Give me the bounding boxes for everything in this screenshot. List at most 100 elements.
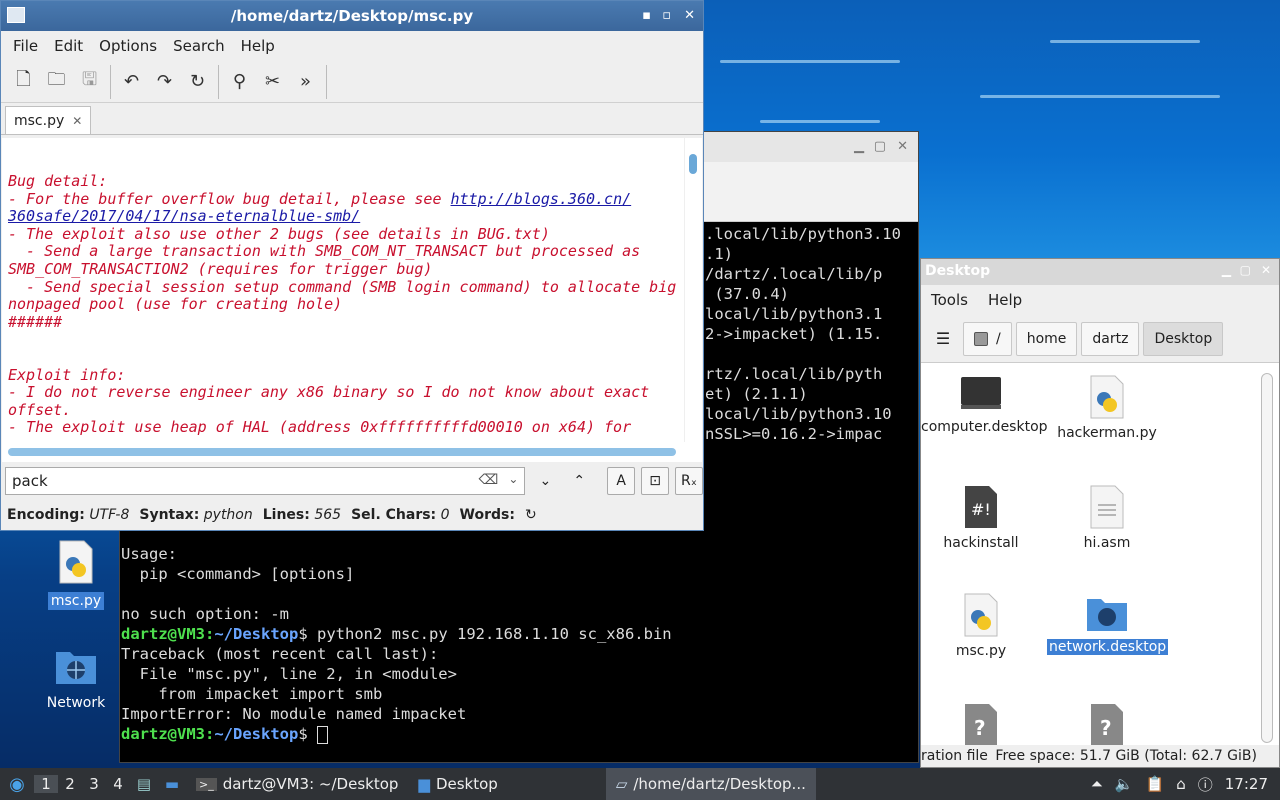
- file-manager-window[interactable]: Desktop ▁ ▢ ✕ Tools Help ☰ / home dartz …: [920, 258, 1280, 768]
- clock[interactable]: 17:27: [1225, 775, 1268, 793]
- volume-icon[interactable]: 🔈: [1115, 775, 1134, 793]
- redo-icon[interactable]: ↷: [148, 67, 181, 97]
- whole-word-icon[interactable]: ⊡: [641, 467, 670, 495]
- prompt-user: dartz@VM3: [121, 725, 205, 743]
- toolbar-separator: [326, 64, 327, 99]
- code-link[interactable]: 360safe/2017/04/17/nsa-eternalblue-smb/: [8, 207, 360, 225]
- workspace-1[interactable]: 1: [34, 775, 58, 793]
- desktop-icon-msc[interactable]: msc.py: [36, 540, 116, 610]
- crumb-root[interactable]: /: [963, 321, 1012, 356]
- regex-icon[interactable]: Rₓ: [675, 467, 703, 495]
- terminal-line: et) (2.1.1): [705, 385, 808, 403]
- maximize-icon[interactable]: ▢: [874, 139, 886, 154]
- find-replace-icon[interactable]: ✂: [256, 67, 289, 97]
- file-item-unknown[interactable]: ?: [921, 703, 1041, 747]
- desktop-icon-network[interactable]: Network: [36, 646, 116, 712]
- new-file-icon[interactable]: 🗋: [7, 67, 40, 97]
- scroll-thumb[interactable]: [689, 154, 697, 174]
- tab-msc[interactable]: msc.py ✕: [5, 106, 92, 134]
- menu-help[interactable]: Help: [988, 291, 1022, 309]
- network-icon[interactable]: ⌂: [1176, 775, 1186, 793]
- system-tray: ⏶ 🔈 📋 ⌂ ⓘ 17:27: [1091, 768, 1280, 800]
- menu-help[interactable]: Help: [233, 37, 283, 55]
- network-folder-icon: [56, 652, 96, 684]
- menu-search[interactable]: Search: [165, 37, 233, 55]
- refresh-icon[interactable]: ↻: [525, 507, 537, 523]
- unknown-file-icon: ?: [1091, 704, 1123, 746]
- vertical-scrollbar[interactable]: [1261, 373, 1273, 743]
- minimize-icon[interactable]: ▁: [854, 139, 864, 154]
- maximize-icon[interactable]: ▫: [662, 1, 671, 31]
- update-icon[interactable]: ⓘ: [1198, 774, 1213, 795]
- tray-up-icon[interactable]: ⏶: [1091, 775, 1103, 793]
- workspace-3[interactable]: 3: [82, 775, 106, 793]
- terminal-line: .1): [705, 245, 733, 263]
- maximize-icon[interactable]: ▢: [1240, 263, 1251, 277]
- undo-icon[interactable]: ↶: [115, 67, 148, 97]
- close-tab-icon[interactable]: ✕: [72, 114, 82, 128]
- editor-titlebar[interactable]: /home/dartz/Desktop/msc.py ▪ ▫ ✕: [1, 1, 703, 31]
- close-icon[interactable]: ✕: [1261, 263, 1271, 277]
- terminal-line: ImportError: No module named impacket: [121, 705, 467, 723]
- file-item-hackerman[interactable]: hackerman.py: [1047, 375, 1167, 442]
- find-previous-icon[interactable]: ⌃: [565, 467, 593, 495]
- close-icon[interactable]: ✕: [897, 139, 908, 154]
- file-item-unknown[interactable]: ?: [1047, 703, 1167, 747]
- file-manager-launcher-icon[interactable]: ▤: [130, 775, 158, 793]
- status-syntax: Syntax: python: [139, 507, 252, 523]
- file-item-hiasm[interactable]: hi.asm: [1047, 485, 1167, 552]
- tab-label: msc.py: [14, 112, 65, 129]
- open-folder-icon[interactable]: 🗀: [40, 67, 73, 97]
- task-terminal[interactable]: >_ dartz@VM3: ~/Desktop: [186, 768, 408, 800]
- folder-icon: ▆: [418, 775, 430, 793]
- clipboard-icon[interactable]: 📋: [1146, 775, 1165, 793]
- chevron-down-icon[interactable]: ⌄: [508, 472, 518, 486]
- crumb-home[interactable]: home: [1015, 321, 1078, 356]
- file-item-msc[interactable]: msc.py: [921, 593, 1041, 660]
- more-icon[interactable]: »: [289, 67, 322, 97]
- search-input[interactable]: pack ⌫ ⌄: [5, 467, 526, 495]
- menu-edit[interactable]: Edit: [46, 37, 91, 55]
- task-editor[interactable]: ▱ /home/dartz/Desktop...: [605, 768, 816, 800]
- start-menu-icon[interactable]: ◉: [0, 774, 34, 795]
- close-icon[interactable]: ✕: [684, 1, 695, 31]
- file-item-hackinstall[interactable]: #! hackinstall: [921, 485, 1041, 552]
- minimize-icon[interactable]: ▁: [1222, 263, 1231, 277]
- desktop-launcher-icon[interactable]: ▬: [158, 775, 186, 793]
- file-item-computer[interactable]: computer.desktop: [921, 375, 1048, 436]
- save-icon[interactable]: 🖫: [73, 67, 106, 97]
- editor-window[interactable]: /home/dartz/Desktop/msc.py ▪ ▫ ✕ File Ed…: [0, 0, 704, 531]
- reload-icon[interactable]: ↻: [181, 67, 214, 97]
- menu-options[interactable]: Options: [91, 37, 165, 55]
- file-label: msc.py: [955, 643, 1007, 659]
- code-line: - The exploit use heap of HAL (address 0…: [8, 418, 632, 437]
- menu-tools[interactable]: Tools: [931, 291, 968, 309]
- code-link[interactable]: http://blogs.360.cn/: [451, 190, 632, 208]
- vertical-scrollbar[interactable]: [685, 138, 702, 442]
- find-icon[interactable]: ⚲: [223, 67, 256, 97]
- crumb-desktop[interactable]: Desktop: [1143, 321, 1224, 356]
- editor-text-area[interactable]: Bug detail: - For the buffer overflow bu…: [2, 138, 684, 442]
- find-next-icon[interactable]: ⌄: [531, 467, 559, 495]
- menu-file[interactable]: File: [5, 37, 46, 55]
- workspace-4[interactable]: 4: [106, 775, 130, 793]
- terminal-prompt-line[interactable]: dartz@VM3:~/Desktop$: [121, 724, 672, 744]
- terminal-line: nSSL>=0.16.2->impac: [705, 425, 883, 443]
- terminal-line: File "msc.py", line 2, in <module>: [121, 665, 457, 683]
- task-desktop[interactable]: ▆ Desktop: [408, 768, 507, 800]
- horizontal-scrollbar[interactable]: [2, 442, 702, 462]
- file-manager-titlebar[interactable]: Desktop ▁ ▢ ✕: [921, 259, 1279, 285]
- wallpaper-streak: [720, 60, 900, 63]
- match-case-icon[interactable]: A: [607, 467, 636, 495]
- terminal-line: local/lib/python3.1: [705, 305, 883, 323]
- file-item-network[interactable]: network.desktop: [1047, 593, 1169, 656]
- status-value: 0: [440, 507, 450, 523]
- clear-icon[interactable]: ⌫: [479, 472, 499, 488]
- python-file-icon: [59, 540, 93, 584]
- crumb-dartz[interactable]: dartz: [1081, 321, 1140, 356]
- list-view-icon[interactable]: ☰: [927, 329, 959, 348]
- terminal-line: no such option: -m: [121, 605, 289, 623]
- minimize-icon[interactable]: ▪: [642, 1, 651, 31]
- scroll-thumb[interactable]: [8, 448, 676, 456]
- workspace-2[interactable]: 2: [58, 775, 82, 793]
